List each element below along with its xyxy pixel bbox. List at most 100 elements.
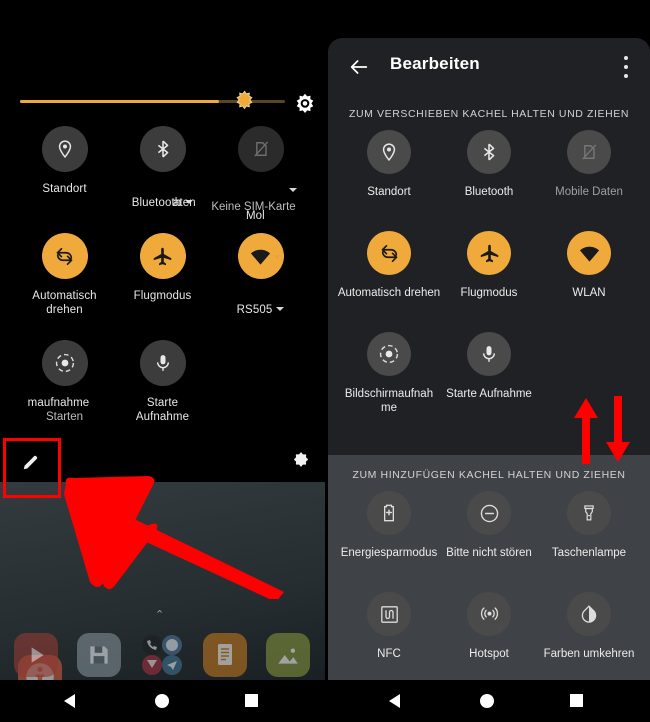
right-phone-screen: Bearbeiten ZUM VERSCHIEBEN KACHEL HALTEN… <box>325 0 650 722</box>
qs-tile-wifi[interactable]: RS505 <box>211 233 310 317</box>
add-tile-taschenlampe[interactable]: Taschenlampe <box>537 491 641 560</box>
tile-icon-circle <box>567 231 611 275</box>
flashlight-icon <box>584 505 594 521</box>
tile-icon-circle <box>467 130 511 174</box>
right-navigation-bar <box>325 680 650 722</box>
dock-icon-documents[interactable] <box>203 633 247 677</box>
overflow-menu-button[interactable] <box>624 56 629 78</box>
nfc-icon <box>380 605 398 623</box>
tile-label: Standort <box>42 183 87 195</box>
edit-tile-standort[interactable]: Standort <box>337 130 441 199</box>
location-pin-icon <box>382 143 396 162</box>
tile-icon-circle <box>367 130 411 174</box>
tile-icon-circle <box>237 126 284 172</box>
bluetooth-icon <box>157 140 168 158</box>
floppy-save-icon <box>90 646 108 664</box>
tile-label: Flugmodus <box>460 287 518 299</box>
tile-label: Automatisch drehen <box>337 287 441 299</box>
tile-label: maufnahme <box>27 397 90 409</box>
dock-icon-gallery[interactable] <box>266 633 310 677</box>
add-tile-bitte-nicht-stoeren[interactable]: Bitte nicht stören <box>437 491 541 560</box>
left-navigation-bar <box>0 680 325 722</box>
tile-label: Mobile Daten <box>555 186 623 198</box>
qs-tile-bluetooth[interactable]: Bluetooth <box>113 126 212 210</box>
tile-icon-circle <box>567 491 611 535</box>
add-tile-farben-umkehren[interactable]: Farben umkehren <box>537 592 641 661</box>
edit-tile-flugmodus[interactable]: Flugmodus <box>437 231 541 300</box>
wifi-icon <box>579 246 599 262</box>
edit-tiles-card: Bearbeiten ZUM VERSCHIEBEN KACHEL HALTEN… <box>328 38 650 681</box>
tile-label: NFC <box>377 648 401 660</box>
drag-up-down-arrows-annotation <box>574 396 630 464</box>
add-tile-energiesparmodus[interactable]: Energiesparmodus <box>337 491 441 560</box>
auto-rotate-icon <box>381 244 397 262</box>
settings-gear-button[interactable] <box>288 446 314 472</box>
qs-tile-standort[interactable]: Standort <box>15 126 114 197</box>
auto-rotate-icon <box>56 247 73 265</box>
kebab-dot <box>624 65 628 69</box>
edit-tile-bildschirmaufnahme[interactable]: Bildschirmaufnah me <box>337 332 441 415</box>
edit-tile-bluetooth[interactable]: Bluetooth <box>437 130 541 199</box>
recents-square-icon[interactable] <box>245 694 258 707</box>
tile-icon-circle <box>367 332 411 376</box>
media-player-icon <box>31 647 44 663</box>
qs-tile-bildschirmaufnahme[interactable]: maufnahme Starten <box>15 340 114 424</box>
brightness-fill <box>20 100 219 103</box>
tile-icon-circle <box>467 231 511 275</box>
tile-label: Standort <box>367 186 411 198</box>
qs-tile-flugmodus[interactable]: Flugmodus <box>113 233 212 304</box>
tile-label: Bitte nicht stören <box>446 547 532 559</box>
tile-label-text: RS505 <box>236 303 273 316</box>
tile-icon-circle <box>139 233 186 279</box>
left-phone-screen: ⌃ Standort Bluetooth aten Mol Keine SIM-… <box>0 0 325 722</box>
auto-brightness-button[interactable] <box>293 92 317 116</box>
tile-sublabel: Starten <box>45 410 84 423</box>
edit-tile-starte-aufnahme[interactable]: Starte Aufnahme <box>437 332 541 401</box>
do-not-disturb-icon <box>480 504 498 522</box>
battery-saver-icon <box>384 504 394 522</box>
wifi-expand-caret-icon[interactable] <box>274 255 280 259</box>
tile-icon-circle <box>467 592 511 636</box>
airplane-icon <box>480 244 498 262</box>
dock-icon-communication-folder[interactable] <box>140 633 184 677</box>
back-triangle-icon[interactable] <box>64 694 75 708</box>
dock-icon-media-player[interactable] <box>14 633 58 677</box>
chevron-down-icon[interactable] <box>289 188 297 192</box>
active-tiles-grid: Standort Bluetooth Mobile Daten Automati… <box>328 130 650 433</box>
brightness-slider-row[interactable] <box>0 80 325 124</box>
add-tile-hotspot[interactable]: Hotspot <box>437 592 541 661</box>
back-arrow-button[interactable] <box>348 56 370 78</box>
hotspot-icon <box>480 606 498 620</box>
home-circle-icon[interactable] <box>480 694 494 708</box>
qs-tile-mobile-daten[interactable]: aten Mol Keine SIM-Karte <box>173 126 310 222</box>
gear-icon <box>293 452 308 466</box>
wifi-icon <box>250 249 271 265</box>
home-dock <box>0 633 325 685</box>
qs-tile-starte-aufnahme[interactable]: Starte Aufnahme <box>113 340 212 424</box>
brightness-auto-icon <box>296 93 314 113</box>
recents-square-icon[interactable] <box>570 694 583 707</box>
edit-tile-row: Energiesparmodus Bitte nicht stören Tasc… <box>328 491 650 592</box>
tile-label: Hotspot <box>469 648 509 660</box>
edit-tile-mobile-daten[interactable]: Mobile Daten <box>537 130 641 199</box>
home-circle-icon[interactable] <box>155 694 169 708</box>
chevron-down-icon[interactable] <box>276 307 285 312</box>
tile-label: RS505 <box>211 290 310 317</box>
tile-label: Starte Aufnahme <box>135 397 190 423</box>
tile-icon-circle <box>367 231 411 275</box>
tile-icon-circle <box>41 233 88 279</box>
edit-button-highlight-box <box>3 438 61 498</box>
dock-icon-floppy-save[interactable] <box>77 633 121 677</box>
edit-tile-auto-rotate[interactable]: Automatisch drehen <box>337 231 441 300</box>
qs-tile-auto-rotate[interactable]: Automatisch drehen <box>15 233 114 317</box>
tile-label: WLAN <box>572 287 606 299</box>
add-tile-nfc[interactable]: NFC <box>337 592 441 661</box>
brightness-thumb[interactable] <box>233 90 256 113</box>
tile-icon-circle <box>367 592 411 636</box>
location-pin-icon <box>58 140 71 159</box>
back-triangle-icon[interactable] <box>389 694 400 708</box>
page-title: Bearbeiten <box>390 54 480 73</box>
edit-tile-wlan[interactable]: WLAN <box>537 231 641 300</box>
tile-label: Starte Aufnahme <box>446 388 532 400</box>
quick-settings-tiles: Standort Bluetooth aten Mol Keine SIM-Ka… <box>0 126 325 447</box>
